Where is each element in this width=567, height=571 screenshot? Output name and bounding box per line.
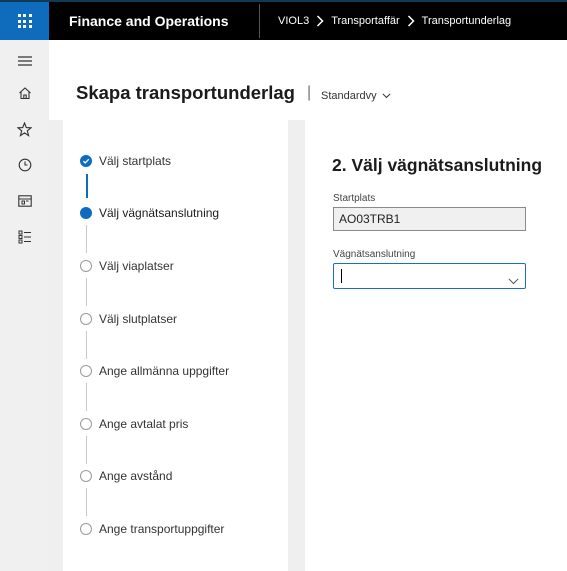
step-connector bbox=[86, 488, 87, 516]
checkmark-icon bbox=[80, 155, 92, 167]
navigation-rail bbox=[0, 40, 49, 571]
chevron-down-icon[interactable] bbox=[508, 272, 519, 290]
step-label: Välj vägnätsanslutning bbox=[99, 206, 220, 220]
step-connector bbox=[86, 331, 87, 359]
breadcrumb-page[interactable]: Transportunderlag bbox=[422, 15, 511, 27]
topbar-divider bbox=[259, 4, 260, 38]
view-selector[interactable]: Standardvy bbox=[321, 90, 391, 102]
app-launcher-button[interactable] bbox=[0, 2, 49, 40]
workspace-icon[interactable] bbox=[0, 189, 49, 213]
app-title[interactable]: Finance and Operations bbox=[69, 2, 228, 40]
step-connector bbox=[86, 436, 87, 464]
pending-step-icon bbox=[80, 470, 92, 482]
waffle-icon bbox=[17, 14, 32, 28]
page-header: Skapa transportunderlag | Standardvy bbox=[49, 40, 567, 120]
step-ange-avstand[interactable]: Ange avstånd bbox=[80, 469, 172, 483]
hamburger-icon[interactable] bbox=[0, 49, 49, 73]
step-valj-viaplatser[interactable]: Välj viaplatser bbox=[80, 259, 174, 273]
step-connector bbox=[85, 174, 88, 198]
pending-step-icon bbox=[80, 365, 92, 377]
star-icon[interactable] bbox=[0, 117, 49, 141]
step-label: Ange allmänna uppgifter bbox=[99, 364, 230, 378]
chevron-right-icon bbox=[407, 15, 415, 27]
startplats-label: Startplats bbox=[333, 193, 376, 204]
form-panel: 2. Välj vägnätsanslutning Startplats AO0… bbox=[305, 120, 567, 571]
chevron-right-icon bbox=[316, 15, 324, 27]
current-step-icon bbox=[80, 207, 92, 219]
pending-step-icon bbox=[80, 260, 92, 272]
pending-step-icon bbox=[80, 523, 92, 535]
step-valj-slutplatser[interactable]: Välj slutplatser bbox=[80, 312, 177, 326]
top-app-bar: Finance and Operations VIOL3 Transportaf… bbox=[0, 0, 567, 40]
breadcrumb-module[interactable]: Transportaffär bbox=[331, 15, 399, 27]
step-valj-vagnatsanslutning[interactable]: Välj vägnätsanslutning bbox=[80, 206, 219, 220]
step-ange-transportuppgifter[interactable]: Ange transportuppgifter bbox=[80, 522, 224, 536]
text-caret bbox=[341, 269, 342, 283]
step-connector bbox=[86, 383, 87, 411]
startplats-field: AO03TRB1 bbox=[333, 207, 526, 231]
step-label: Välj slutplatser bbox=[99, 312, 178, 326]
step-ange-allmanna-uppgifter[interactable]: Ange allmänna uppgifter bbox=[80, 364, 229, 378]
step-connector bbox=[86, 278, 87, 306]
breadcrumb: VIOL3 Transportaffär Transportunderlag bbox=[278, 2, 511, 40]
step-label: Ange avtalat pris bbox=[99, 417, 189, 431]
wizard-steps-panel: Välj startplats Välj vägnätsanslutning V… bbox=[63, 120, 288, 571]
breadcrumb-company[interactable]: VIOL3 bbox=[278, 15, 309, 27]
view-label: Standardvy bbox=[321, 90, 377, 102]
vagnatsanslutning-combobox[interactable] bbox=[333, 263, 526, 289]
step-label: Ange avstånd bbox=[99, 469, 173, 483]
pending-step-icon bbox=[80, 418, 92, 430]
pending-step-icon bbox=[80, 313, 92, 325]
step-label: Välj startplats bbox=[99, 154, 172, 168]
step-ange-avtalat-pris[interactable]: Ange avtalat pris bbox=[80, 417, 188, 431]
section-title: 2. Välj vägnätsanslutning bbox=[332, 155, 543, 175]
chevron-down-icon bbox=[382, 93, 391, 99]
page-title: Skapa transportunderlag bbox=[76, 82, 295, 103]
clock-icon[interactable] bbox=[0, 153, 49, 177]
step-label: Ange transportuppgifter bbox=[99, 522, 225, 536]
step-connector bbox=[86, 225, 87, 253]
vagnatsanslutning-label: Vägnätsanslutning bbox=[333, 249, 416, 260]
step-valj-startplats[interactable]: Välj startplats bbox=[80, 154, 171, 168]
title-divider: | bbox=[307, 84, 312, 101]
list-icon[interactable] bbox=[0, 225, 49, 249]
home-icon[interactable] bbox=[0, 81, 49, 105]
step-label: Välj viaplatser bbox=[99, 259, 174, 273]
